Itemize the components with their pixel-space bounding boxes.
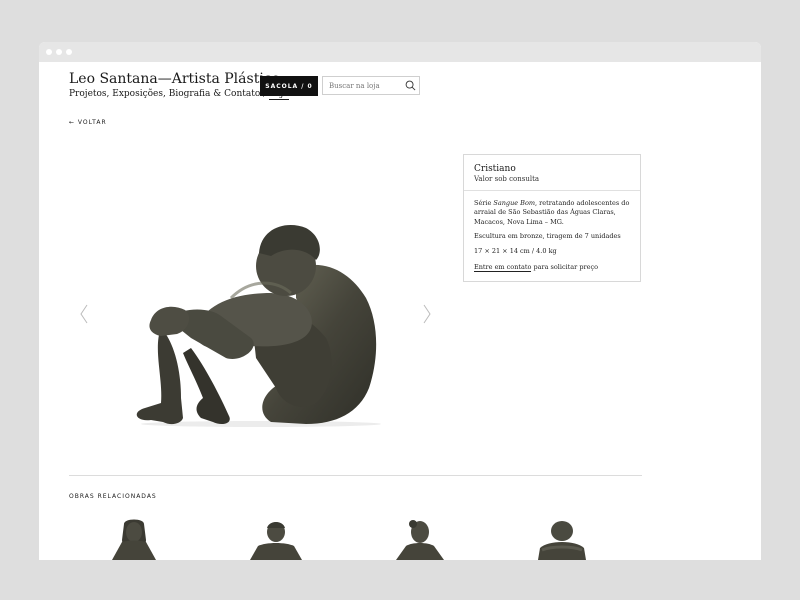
window-dot — [46, 49, 52, 55]
product-description: Série Sangue Bom, retratando adolescente… — [474, 199, 632, 227]
bag-button-label: SACOLA / 0 — [265, 82, 313, 90]
search-box — [322, 76, 420, 95]
product-contact: Entre em contato para solicitar preço — [474, 263, 599, 272]
related-item[interactable] — [236, 518, 316, 560]
window-dot — [56, 49, 62, 55]
section-divider — [69, 475, 642, 476]
related-heading: OBRAS RELACIONADAS — [69, 493, 157, 500]
bag-button[interactable]: SACOLA / 0 — [260, 76, 318, 96]
chevron-right-icon[interactable] — [422, 304, 432, 324]
description-prefix: Série — [474, 199, 494, 207]
product-name: Cristiano — [474, 164, 516, 174]
site-title[interactable]: Leo Santana—Artista Plástico — [69, 71, 280, 87]
window-titlebar — [39, 42, 761, 62]
nav-links[interactable]: Projetos, Exposições, Biografia & Contat… — [69, 89, 269, 99]
product-price: Valor sob consulta — [474, 175, 540, 183]
browser-window: Leo Santana—Artista Plástico Projetos, E… — [39, 42, 761, 560]
related-item[interactable] — [522, 518, 602, 560]
related-item[interactable] — [380, 518, 460, 560]
product-material: Escultura em bronze, tiragem de 7 unidad… — [474, 232, 621, 240]
search-icon[interactable] — [405, 80, 416, 91]
page-content: Leo Santana—Artista Plástico Projetos, E… — [39, 62, 761, 560]
series-name: Sangue Bom — [493, 199, 536, 207]
chevron-left-icon[interactable] — [79, 304, 89, 324]
window-dot — [66, 49, 72, 55]
search-input[interactable] — [329, 80, 399, 92]
contact-text: para solicitar preço — [531, 263, 599, 271]
product-dimensions: 17 × 21 × 14 cm / 4.0 kg — [474, 247, 557, 255]
info-divider — [464, 190, 640, 191]
product-image — [136, 225, 381, 427]
related-item[interactable] — [94, 518, 174, 560]
back-link[interactable]: ← VOLTAR — [69, 119, 107, 126]
contact-link[interactable]: Entre em contato — [474, 263, 532, 272]
main-nav: Projetos, Exposições, Biografia & Contat… — [69, 89, 289, 100]
product-info-card: Cristiano Valor sob consulta Série Sangu… — [463, 154, 641, 282]
